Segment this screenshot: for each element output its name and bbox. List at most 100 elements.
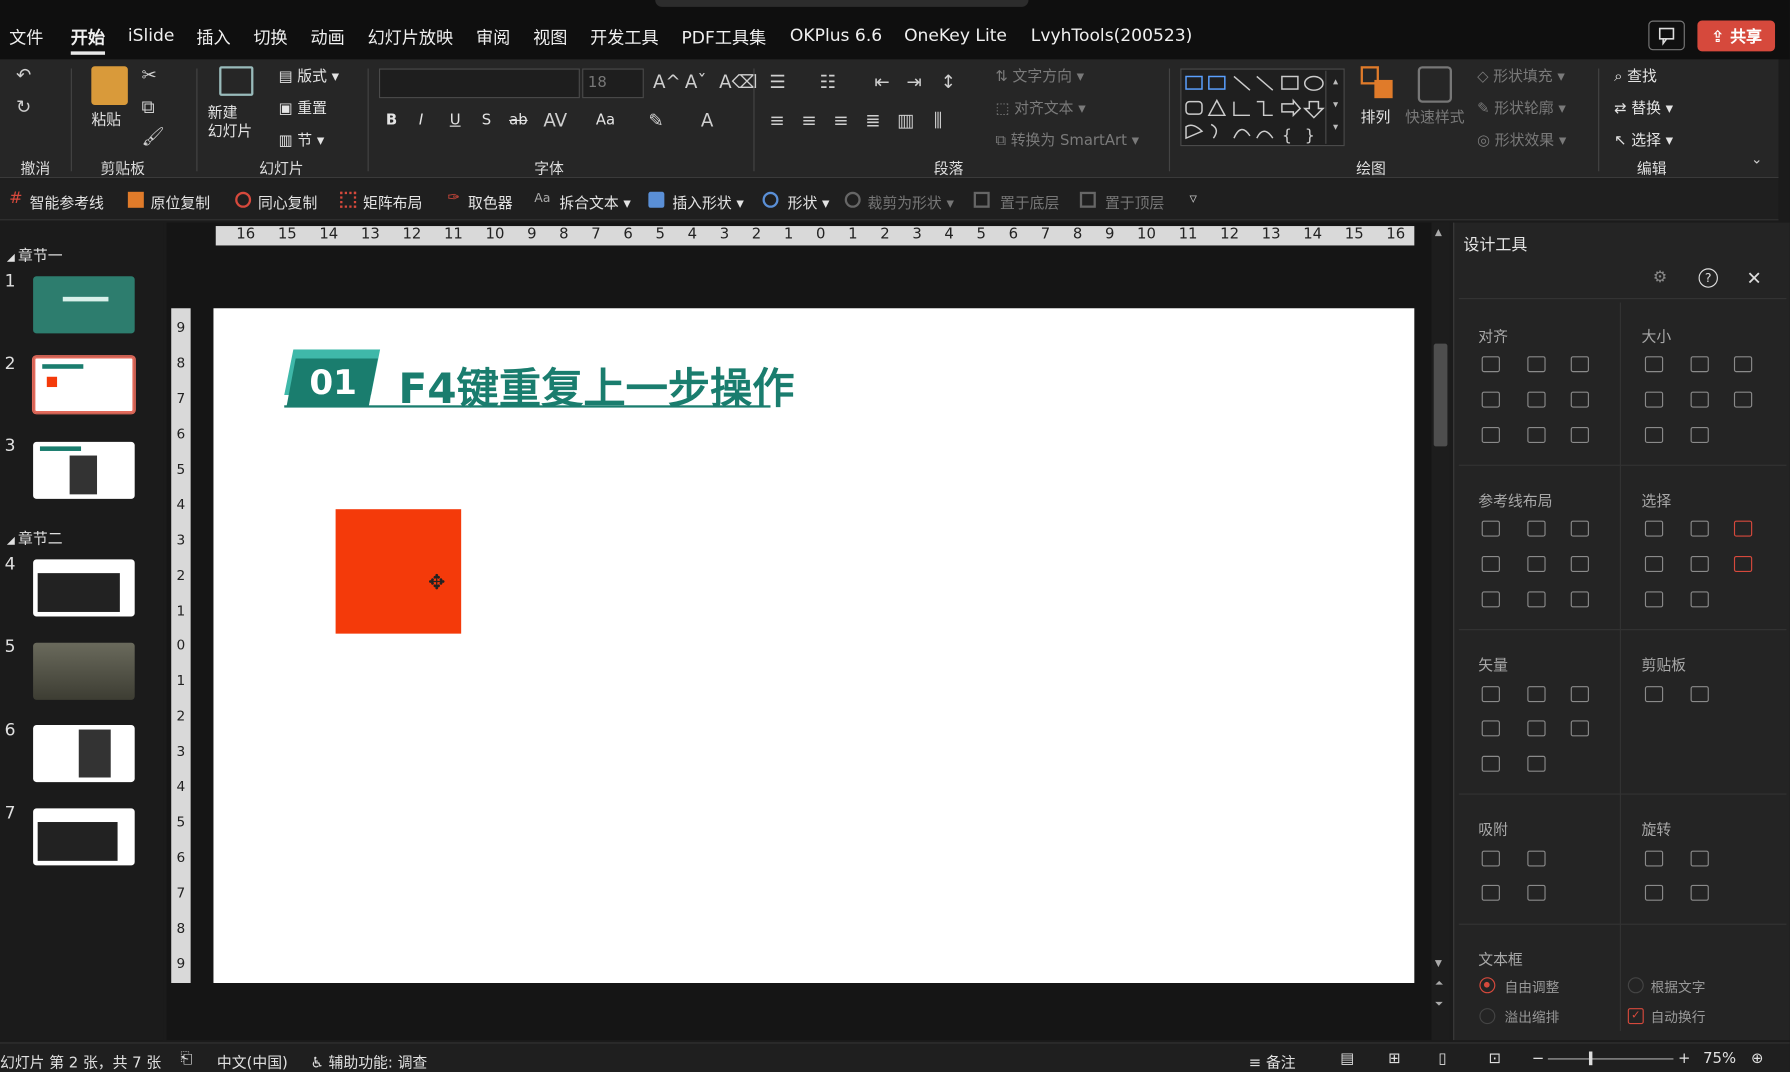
slide-sorter-icon[interactable]: ⊞ [1388,1050,1400,1067]
slide-thumbnail-3[interactable] [33,441,135,499]
smart-guides-button[interactable]: 智能参考线 [30,191,104,212]
align-left-icon[interactable] [1481,356,1500,373]
align-right-icon[interactable]: ≡ [833,110,848,132]
same-width-icon[interactable] [1644,356,1664,373]
align-left-icon[interactable]: ≡ [769,110,784,132]
split-text-button[interactable]: 拆合文本 ▾ [559,191,631,212]
rotate-left-icon[interactable] [1644,850,1664,867]
guide-right-icon[interactable] [1570,520,1589,537]
bold-button[interactable]: B [386,112,397,129]
autofit-radio[interactable] [1479,977,1496,994]
fragment-icon[interactable] [1570,686,1589,703]
text-to-shape-icon[interactable] [1481,755,1500,772]
eyedropper-button[interactable]: 取色器 [468,191,513,212]
arrange-icon[interactable] [1360,66,1395,103]
menu-insert[interactable]: 插入 [196,25,230,49]
italic-button[interactable]: I [419,112,423,129]
previous-slide-icon[interactable]: ⏶ [1435,978,1443,989]
slide-thumbnail-2[interactable] [31,355,136,415]
menu-review[interactable]: 审阅 [476,25,510,49]
scroll-up-icon[interactable]: ▲ [1435,227,1442,237]
replace-button[interactable]: ⇄ 替换 ▾ [1614,96,1673,117]
reset-button[interactable]: ▣ 重置 [279,96,327,117]
section-header[interactable]: ◢ 章节一 [7,243,63,265]
comments-button[interactable] [1648,20,1685,51]
close-icon[interactable]: ✕ [1746,267,1761,289]
char-spacing-icon[interactable]: AV [543,110,567,132]
settings-icon[interactable]: ⚙ [1653,268,1667,286]
menu-islide[interactable]: iSlide [128,25,175,46]
flip-horizontal-icon[interactable] [1644,884,1664,901]
same-size-icon[interactable] [1733,356,1753,373]
guide-h-distribute-icon[interactable] [1481,591,1500,608]
fit-slide-icon[interactable] [1733,391,1753,408]
spellcheck-icon[interactable]: ⎗ [180,1050,192,1067]
zoom-slider-thumb[interactable] [1588,1051,1593,1066]
select-middle-icon[interactable] [1690,556,1709,572]
matrix-layout-button[interactable]: 矩阵布局 [363,191,422,212]
menu-onekey[interactable]: OneKey Lite [904,25,1007,46]
expand-left-icon[interactable] [1644,391,1664,408]
align-center-icon[interactable] [1527,356,1546,373]
menu-animations[interactable]: 动画 [310,25,344,49]
increase-indent-icon[interactable]: ⇥ [906,71,921,93]
zoom-level[interactable]: 75% [1703,1050,1736,1067]
align-right-icon[interactable] [1570,356,1589,373]
font-color-icon[interactable]: A [701,110,714,132]
guide-frame-icon[interactable] [1570,591,1589,608]
select-button[interactable]: ↖ 选择 ▾ [1614,128,1673,149]
font-size-input[interactable]: 18 [582,68,644,99]
align-text-button[interactable]: ⬚ 对齐文本 ▾ [995,96,1085,117]
slide-thumbnail-5[interactable] [33,642,135,700]
strikethrough-button[interactable]: ab [509,112,528,129]
align-canvas-icon[interactable] [1570,426,1589,443]
shadow-button[interactable]: S [482,112,491,129]
grow-font-icon[interactable]: A^ [653,71,681,93]
distribute-v-icon[interactable] [1527,426,1546,443]
font-name-input[interactable] [378,68,580,99]
menu-lvyhtools[interactable]: LvyhTools(200523) [1031,25,1193,46]
expand-right-icon[interactable] [1690,391,1709,408]
overflow-radio[interactable] [1479,1008,1496,1025]
menu-file[interactable]: 文件 [9,25,43,49]
menu-developer[interactable]: 开发工具 [590,25,659,49]
copy-icon[interactable]: ⧉ [142,96,155,119]
normal-view-icon[interactable]: ▤ [1340,1050,1354,1067]
shape-button[interactable]: 形状 ▾ [788,191,830,212]
expand-top-icon[interactable] [1644,426,1664,443]
copy-style-icon[interactable] [1644,686,1664,703]
share-button[interactable]: ⇪ 共享 [1697,20,1776,52]
justify-icon[interactable]: ≣ [865,110,880,132]
select-same-shape-icon[interactable] [1644,520,1664,537]
scroll-thumb[interactable] [1433,343,1448,447]
convert-smartart-button[interactable]: ⧉ 转换为 SmartArt ▾ [995,128,1139,149]
snap-bottom-icon[interactable] [1527,884,1546,901]
crop-to-shape-button[interactable]: 裁剪为形状 ▾ [868,191,954,212]
shrink-font-icon[interactable]: Aˇ [685,71,707,93]
format-painter-icon[interactable]: 🖌 [142,126,165,148]
shape-outline-button[interactable]: ✎ 形状轮廓 ▾ [1477,96,1566,117]
align-center-icon[interactable]: ≡ [801,110,816,132]
guide-top-icon[interactable] [1481,556,1500,572]
slide-canvas[interactable]: 01 F4键重复上一步操作 ✥ [213,308,1415,984]
quick-styles-button[interactable]: 快速样式 [1405,105,1464,127]
concentric-copy-button[interactable]: 同心复制 [258,191,317,212]
more-tools-icon[interactable]: ▿ [1189,191,1196,208]
rotate-right-icon[interactable] [1690,850,1709,867]
language-indicator[interactable]: 中文(中国) [217,1050,288,1072]
section-button[interactable]: ▥ 节 ▾ [279,128,325,149]
zoom-out-icon[interactable]: − [1532,1050,1544,1067]
fit-text-radio[interactable] [1627,977,1644,994]
subtract-icon[interactable] [1527,720,1546,737]
guide-left-icon[interactable] [1481,520,1500,537]
text-direction-button[interactable]: ⇅ 文字方向 ▾ [995,64,1084,86]
cut-icon[interactable]: ✂ [142,64,157,86]
select-bottom-icon[interactable] [1644,591,1664,608]
select-more-icon[interactable] [1690,591,1709,608]
new-slide-icon[interactable] [219,66,254,96]
quick-styles-icon[interactable] [1417,66,1452,103]
select-same-size-icon[interactable] [1690,520,1709,537]
select-top-icon[interactable] [1644,556,1664,572]
change-case-button[interactable]: Aa [596,112,615,129]
snap-left-icon[interactable] [1481,850,1500,867]
